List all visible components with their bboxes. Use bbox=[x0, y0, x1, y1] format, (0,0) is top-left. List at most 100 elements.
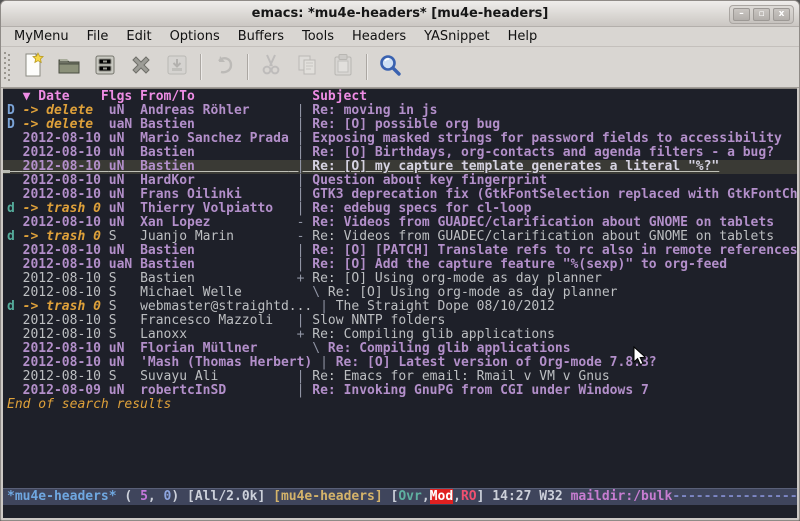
menu-bar: MyMenuFileEditOptionsBuffersToolsHeaders… bbox=[1, 27, 799, 47]
maximize-button[interactable]: ▫ bbox=[753, 8, 770, 21]
tool-bar bbox=[1, 47, 799, 88]
message-row[interactable]: 2012-08-10 S Michael Welle \ Re: [O] Usi… bbox=[3, 286, 797, 300]
modeline-segment: [mu4e-headers] bbox=[273, 489, 383, 504]
flags-cell: uN bbox=[109, 187, 140, 202]
modeline-segment: maildir:/bulk bbox=[571, 489, 673, 504]
from-cell: 'Mash (Thomas Herbert) bbox=[140, 355, 312, 370]
flags-cell: S bbox=[109, 313, 140, 328]
menu-item-yasnippet[interactable]: YASnippet bbox=[415, 28, 499, 45]
menu-item-file[interactable]: File bbox=[78, 28, 118, 45]
menu-item-mymenu[interactable]: MyMenu bbox=[5, 28, 78, 45]
modeline-segment: [ bbox=[383, 489, 399, 504]
title-bar[interactable]: emacs: *mu4e-headers* [mu4e-headers] –▫x bbox=[1, 1, 799, 27]
mark-char bbox=[7, 285, 23, 300]
toolbar-separator bbox=[366, 54, 367, 80]
toolbar-grip-handle[interactable] bbox=[4, 52, 11, 82]
flags-cell: uaN bbox=[109, 257, 140, 272]
message-row[interactable]: 2012-08-10 S Francesco Mazzoli | Slow NN… bbox=[3, 314, 797, 328]
save-button[interactable] bbox=[87, 50, 123, 84]
modeline-segment: ] bbox=[477, 489, 493, 504]
message-row[interactable]: 2012-08-10 uN Florian Müllner \ Re: Comp… bbox=[3, 342, 797, 356]
message-row[interactable]: 2012-08-10 uaN Bastien | Re: [O] Add the… bbox=[3, 258, 797, 272]
message-row[interactable]: 2012-08-10 S Lanoxx + Re: Compiling glib… bbox=[3, 328, 797, 342]
flags-cell: uN bbox=[109, 145, 140, 160]
mode-line[interactable]: *mu4e-headers* ( 5, 0) [All/2.0k] [mu4e-… bbox=[3, 488, 797, 505]
menu-item-headers[interactable]: Headers bbox=[343, 28, 415, 45]
date-cell: 2012-08-10 bbox=[23, 327, 109, 342]
message-row[interactable]: 2012-08-10 S Suvayu Ali | Re: Emacs for … bbox=[3, 370, 797, 384]
subject-cell: Re: Emacs for email: Rmail v VM v Gnus bbox=[312, 369, 609, 384]
close-button[interactable]: x bbox=[773, 8, 790, 21]
subject-cell: Slow NNTP folders bbox=[312, 313, 445, 328]
open-folder-button[interactable] bbox=[51, 50, 87, 84]
message-row[interactable]: d -> trash 0 S webmaster@straightd... | … bbox=[3, 300, 797, 314]
message-row[interactable]: D -> delete uN Andreas Röhler | Re: movi… bbox=[3, 104, 797, 118]
message-row[interactable]: d -> trash 0 S Juanjo Marin - Re: Videos… bbox=[3, 230, 797, 244]
minimize-button[interactable]: – bbox=[733, 8, 750, 21]
menu-item-buffers[interactable]: Buffers bbox=[229, 28, 293, 45]
modeline-segment: 5 bbox=[140, 489, 148, 504]
end-of-search-results: End of search results bbox=[3, 398, 797, 412]
from-cell: webmaster@straightd... bbox=[140, 299, 312, 314]
close-buffer-button[interactable] bbox=[123, 50, 159, 84]
message-row-text: 2012-08-10 S Michael Welle \ Re: [O] Usi… bbox=[7, 285, 618, 300]
subject-cell: Re: Videos from GUADEC/clarification abo… bbox=[312, 215, 774, 230]
modeline-segment: , bbox=[422, 489, 430, 504]
copy-icon bbox=[294, 52, 320, 82]
message-row[interactable]: D -> delete uaN Bastien | Re: [O] possib… bbox=[3, 118, 797, 132]
modeline-segment: , bbox=[453, 489, 461, 504]
subject-cell: Re: [O] [PATCH] Translate refs to rc als… bbox=[312, 243, 797, 258]
message-row[interactable]: d -> trash 0 uN Thierry Volpiatto | Re: … bbox=[3, 202, 797, 216]
new-file-button[interactable] bbox=[15, 50, 51, 84]
flags-cell: uN bbox=[109, 215, 140, 230]
message-row[interactable]: 2012-08-10 uN Frans Oilinki | GTK3 depre… bbox=[3, 188, 797, 202]
message-row[interactable]: 2012-08-10 S Bastien + Re: [O] Using org… bbox=[3, 272, 797, 286]
message-row[interactable]: 2012-08-10 uN Bastien | Re: [O] [PATCH] … bbox=[3, 244, 797, 258]
mu4e-headers-buffer: ▼ Date Flgs From/To Subject D -> delete … bbox=[3, 88, 797, 518]
from-cell: HardKor bbox=[140, 173, 289, 188]
mark-char bbox=[7, 355, 23, 370]
search-button[interactable] bbox=[372, 50, 408, 84]
subject-cell: The Straight Dope 08/10/2012 bbox=[336, 299, 555, 314]
open-folder-icon bbox=[56, 52, 82, 82]
menu-item-tools[interactable]: Tools bbox=[293, 28, 343, 45]
mark-char bbox=[7, 187, 23, 202]
message-row[interactable]: 2012-08-10 uN Xan Lopez - Re: Videos fro… bbox=[3, 216, 797, 230]
flags-cell: S bbox=[109, 271, 140, 286]
message-row[interactable]: 2012-08-10 uN Bastien | Re: [O] Birthday… bbox=[3, 146, 797, 160]
message-row[interactable]: 2012-08-10 uN Bastien | Re: [O] my captu… bbox=[3, 160, 797, 174]
new-file-icon bbox=[20, 52, 46, 82]
mark-char bbox=[7, 131, 23, 146]
mark-action: -> delete bbox=[23, 103, 109, 118]
flags-cell: uN bbox=[109, 159, 140, 174]
thread-separator: | bbox=[289, 257, 312, 272]
save-as-button bbox=[159, 50, 195, 84]
subject-cell: Re: Compiling glib applications bbox=[328, 341, 571, 356]
message-row[interactable]: 2012-08-10 uN HardKor | Question about k… bbox=[3, 174, 797, 188]
subject-cell: Re: [O] Using org-mode as day planner bbox=[328, 285, 618, 300]
menu-item-edit[interactable]: Edit bbox=[117, 28, 160, 45]
menu-item-options[interactable]: Options bbox=[161, 28, 229, 45]
message-row[interactable]: 2012-08-10 uN Mario Sanchez Prada | Expo… bbox=[3, 132, 797, 146]
thread-separator: + bbox=[289, 327, 312, 342]
flags-cell: uN bbox=[109, 355, 140, 370]
window-controls: –▫x bbox=[729, 5, 794, 24]
date-cell: 2012-08-10 bbox=[23, 173, 109, 188]
message-row-text: 2012-08-10 uN Bastien | Re: [O] Birthday… bbox=[7, 145, 774, 160]
message-row-text: d -> trash 0 uN Thierry Volpiatto | Re: … bbox=[7, 201, 531, 216]
message-row[interactable]: 2012-08-10 uN 'Mash (Thomas Herbert) | R… bbox=[3, 356, 797, 370]
message-row-text: 2012-08-10 uN Bastien | Re: [O] [PATCH] … bbox=[7, 243, 797, 258]
headers-column-header[interactable]: ▼ Date Flgs From/To Subject bbox=[3, 89, 797, 104]
from-cell: Thierry Volpiatto bbox=[140, 201, 289, 216]
from-cell: Mario Sanchez Prada bbox=[140, 131, 289, 146]
flags-cell: uN bbox=[109, 201, 140, 216]
mark-char bbox=[7, 145, 23, 160]
message-row[interactable]: 2012-08-09 uN robertcInSD | Re: Invoking… bbox=[3, 384, 797, 398]
mark-char bbox=[7, 271, 23, 286]
menu-item-help[interactable]: Help bbox=[499, 28, 547, 45]
subject-cell: Re: [O] Add the capture feature "%(sexp)… bbox=[312, 257, 727, 272]
message-row-text: 2012-08-10 uN Frans Oilinki | GTK3 depre… bbox=[7, 187, 797, 202]
from-cell: Suvayu Ali bbox=[140, 369, 289, 384]
toolbar-separator bbox=[247, 54, 248, 80]
subject-cell: Question about key fingerprint bbox=[312, 173, 547, 188]
